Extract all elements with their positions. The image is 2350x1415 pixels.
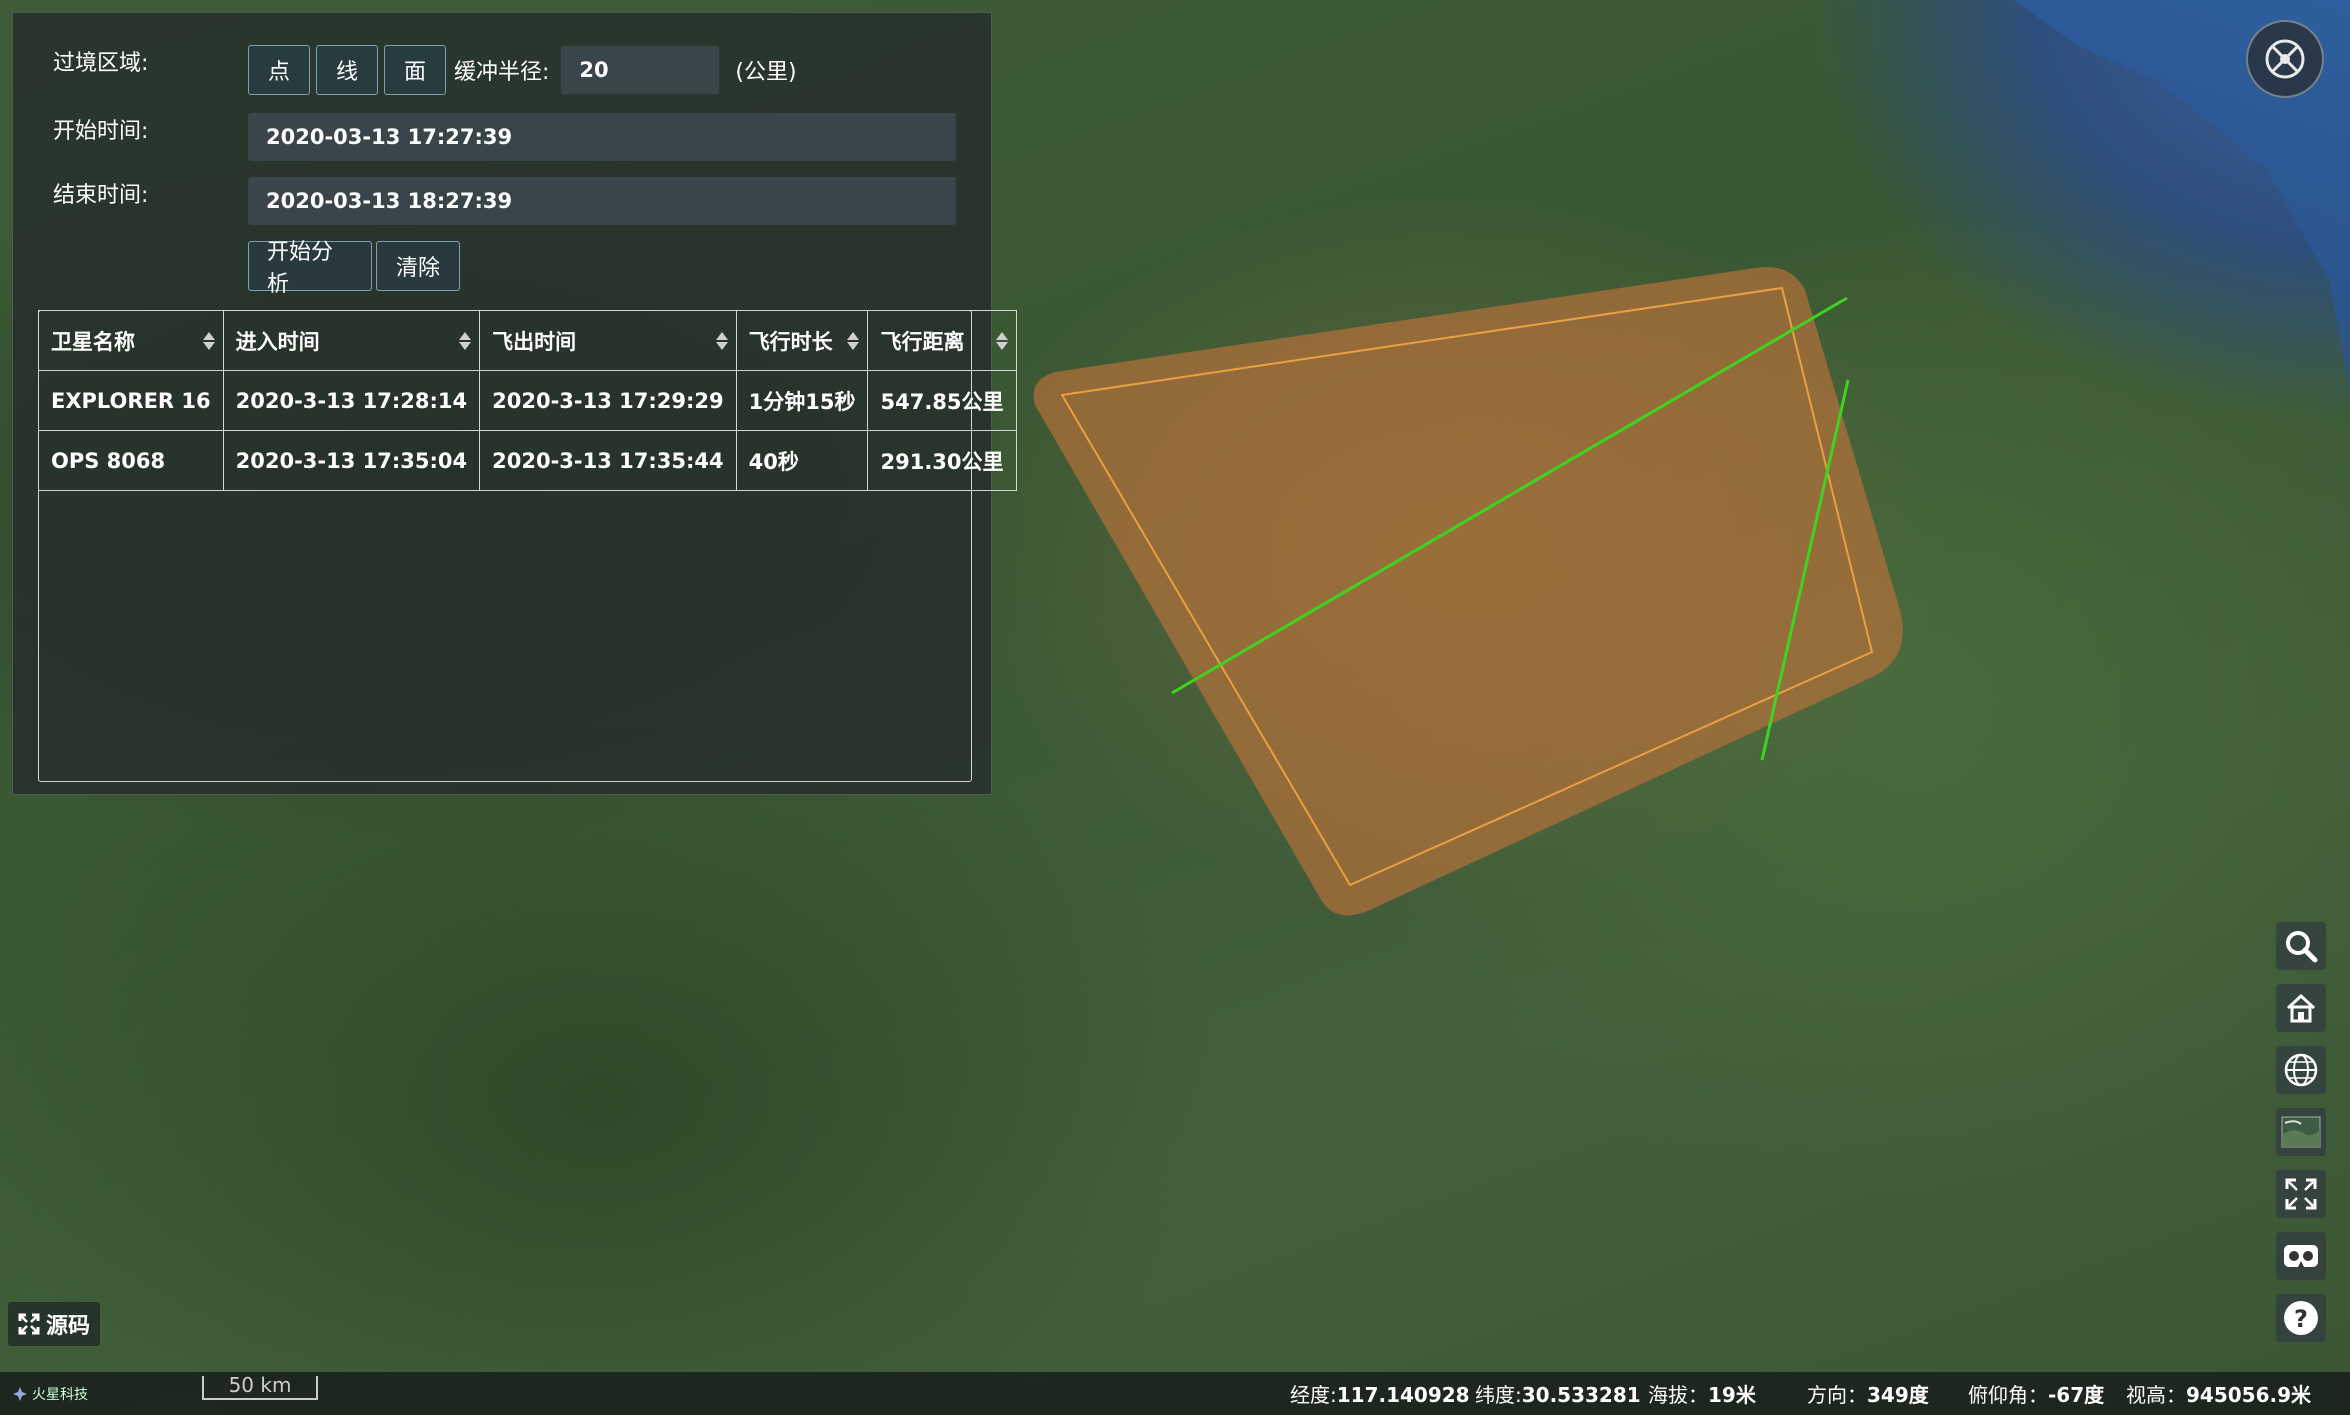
longitude-readout: 经度:117.140928 xyxy=(1290,1383,1470,1407)
search-button[interactable] xyxy=(2276,922,2326,970)
search-icon xyxy=(2286,931,2318,963)
brand-name: 火星科技 xyxy=(32,1386,88,1403)
basemap-button[interactable] xyxy=(2276,1108,2326,1156)
pitch-readout: 俯仰角：-67度 xyxy=(1968,1383,2105,1407)
compass-icon xyxy=(2265,39,2305,79)
sort-icon[interactable] xyxy=(459,331,472,350)
cell-distance: 291.30公里 xyxy=(867,430,1017,491)
status-bar: 火星科技 50 km 经度:117.140928 纬度:30.533281 海拔… xyxy=(0,1372,2350,1415)
col-header-satellite[interactable]: 卫星名称 xyxy=(38,310,224,371)
col-header-exit-time[interactable]: 飞出时间 xyxy=(479,310,737,371)
map-toolbar: ? xyxy=(2276,922,2326,1342)
source-code-button[interactable]: 源码 xyxy=(8,1302,101,1346)
brand-icon xyxy=(13,1386,27,1401)
scale-bar: 50 km xyxy=(202,1375,318,1400)
sort-icon[interactable] xyxy=(995,331,1008,350)
brand-logo: 火星科技 xyxy=(12,1384,88,1404)
basemap-icon xyxy=(2281,1116,2321,1148)
start-time-label: 开始时间: xyxy=(53,119,149,144)
radius-label: 缓冲半径: xyxy=(454,60,550,85)
vr-button[interactable] xyxy=(2276,1232,2326,1280)
start-time-input[interactable]: 2020-03-13 17:27:39 xyxy=(248,113,956,161)
radius-input[interactable]: 20 xyxy=(561,46,720,94)
sort-icon[interactable] xyxy=(202,331,215,350)
results-table: 卫星名称 进入时间 飞出时间 飞行时长 飞行距离 EXPLORER 16 202… xyxy=(38,310,1017,491)
end-time-label: 结束时间: xyxy=(53,183,149,208)
table-row[interactable]: OPS 8068 2020-3-13 17:35:04 2020-3-13 17… xyxy=(38,430,1017,491)
fullscreen-icon xyxy=(2285,1178,2317,1210)
buffer-polygon xyxy=(1033,266,1903,916)
line-button[interactable]: 线 xyxy=(316,45,378,95)
point-button[interactable]: 点 xyxy=(248,45,310,95)
polygon-button[interactable]: 面 xyxy=(384,45,446,95)
cell-exit-time: 2020-3-13 17:29:29 xyxy=(479,370,737,431)
col-header-enter-time[interactable]: 进入时间 xyxy=(222,310,481,371)
altitude-readout: 海拔：19米 xyxy=(1648,1383,1756,1407)
cell-duration: 40秒 xyxy=(735,430,869,491)
cell-enter-time: 2020-3-13 17:28:14 xyxy=(222,370,481,431)
help-icon: ? xyxy=(2284,1301,2318,1335)
help-button[interactable]: ? xyxy=(2276,1294,2326,1342)
cell-duration: 1分钟15秒 xyxy=(735,370,869,431)
fullscreen-button[interactable] xyxy=(2276,1170,2326,1218)
clear-button[interactable]: 清除 xyxy=(376,241,460,291)
home-icon xyxy=(2286,993,2316,1023)
col-header-distance[interactable]: 飞行距离 xyxy=(867,310,1017,371)
analysis-panel: 过境区域: 点 线 面 缓冲半径: 20 (公里) 开始时间: 2020-03-… xyxy=(12,12,1017,795)
source-code-label: 源码 xyxy=(46,1314,91,1339)
cell-enter-time: 2020-3-13 17:35:04 xyxy=(222,430,481,491)
view-height-readout: 视高：945056.9米 xyxy=(2126,1383,2312,1407)
col-header-duration[interactable]: 飞行时长 xyxy=(735,310,869,371)
table-row[interactable]: EXPLORER 16 2020-3-13 17:28:14 2020-3-13… xyxy=(38,370,1017,431)
latitude-readout: 纬度:30.533281 xyxy=(1475,1383,1641,1407)
cell-satellite: EXPLORER 16 xyxy=(38,370,224,431)
sort-icon[interactable] xyxy=(715,331,728,350)
globe-icon xyxy=(2284,1053,2318,1087)
start-analysis-button[interactable]: 开始分析 xyxy=(248,240,372,297)
sort-icon[interactable] xyxy=(847,331,860,350)
cell-exit-time: 2020-3-13 17:35:44 xyxy=(479,430,737,491)
vr-icon xyxy=(2284,1245,2318,1267)
area-label: 过境区域: xyxy=(53,51,149,76)
globe-button[interactable] xyxy=(2276,1046,2326,1094)
end-time-input[interactable]: 2020-03-13 18:27:39 xyxy=(248,177,956,225)
cell-distance: 547.85公里 xyxy=(867,370,1017,431)
svg-text:?: ? xyxy=(2294,1305,2308,1333)
compass[interactable] xyxy=(2246,20,2324,98)
cell-satellite: OPS 8068 xyxy=(38,430,224,491)
table-header-row: 卫星名称 进入时间 飞出时间 飞行时长 飞行距离 xyxy=(38,310,1017,371)
expand-icon xyxy=(18,1313,40,1335)
heading-readout: 方向：349度 xyxy=(1807,1383,1929,1407)
radius-unit: (公里) xyxy=(735,60,797,85)
home-button[interactable] xyxy=(2276,984,2326,1032)
